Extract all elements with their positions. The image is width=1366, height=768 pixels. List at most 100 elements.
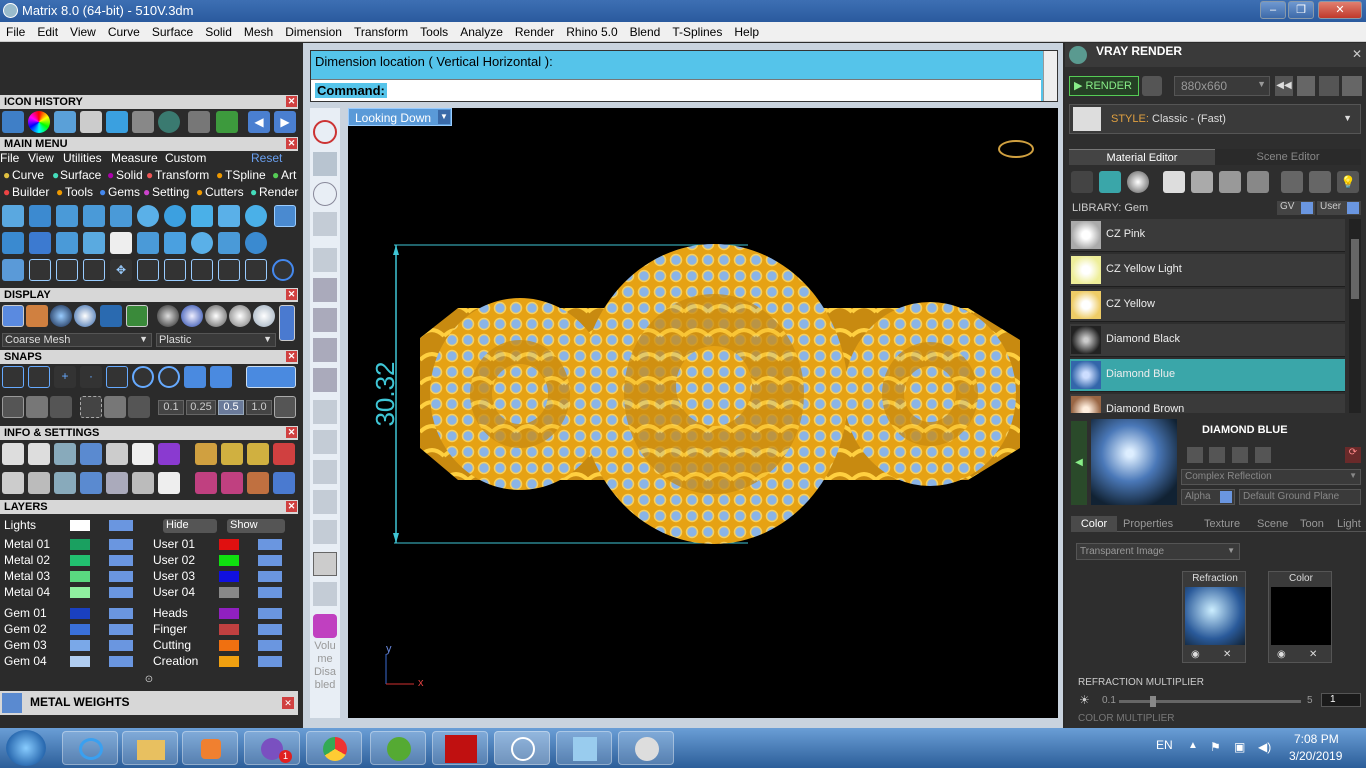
layer-metal-03[interactable]: Metal 03 (4, 569, 144, 584)
hide-button[interactable]: Hide (163, 519, 217, 533)
display-material-select[interactable]: Plastic ▼ (156, 333, 276, 347)
material-list-scrollbar[interactable] (1349, 219, 1361, 413)
layer-gem-02[interactable]: Gem 02 (4, 622, 144, 637)
render-size-select[interactable]: 880x660 ▼ (1174, 76, 1270, 96)
mm-measure[interactable]: Measure (111, 151, 158, 165)
close-button[interactable]: ✕ (1318, 1, 1362, 19)
head-icon[interactable] (56, 205, 78, 227)
command-scrollbar[interactable] (1043, 51, 1057, 101)
snap-05[interactable]: 0.5 (218, 400, 244, 415)
layer-color[interactable] (219, 571, 239, 582)
tab-scene[interactable]: Scene (1257, 518, 1288, 530)
clock-time[interactable]: 7:08 PM (1294, 732, 1339, 746)
prong-icon[interactable] (83, 205, 105, 227)
save-icon[interactable] (188, 111, 210, 133)
menu-curve[interactable]: Curve (102, 22, 146, 39)
explode-icon[interactable] (164, 259, 186, 281)
power-icon[interactable] (313, 120, 337, 144)
tab-light[interactable]: Light (1337, 518, 1361, 530)
notes-icon[interactable] (132, 443, 154, 465)
layer-color[interactable] (219, 656, 239, 667)
box-icon[interactable] (80, 443, 102, 465)
network-icon[interactable]: ▣ (1234, 740, 1245, 754)
axis-icon[interactable] (221, 472, 243, 494)
close-icon[interactable]: ✕ (282, 697, 294, 709)
gear-icon[interactable] (191, 205, 213, 227)
zoom-extents-icon[interactable] (313, 400, 337, 424)
refraction-slider[interactable] (1119, 696, 1301, 707)
halo-icon[interactable] (191, 232, 213, 254)
chrome-icon[interactable] (306, 731, 362, 765)
paint-icon[interactable] (618, 731, 674, 765)
flame-icon[interactable] (1071, 171, 1093, 193)
cluster-icon[interactable] (164, 232, 186, 254)
rotate-view-icon[interactable] (313, 152, 337, 176)
grid-icon[interactable] (54, 111, 76, 133)
planar-icon[interactable] (104, 396, 126, 418)
layer-color[interactable] (70, 539, 90, 550)
layer-metal-04[interactable]: Metal 04 (4, 585, 144, 600)
ortho-icon[interactable] (80, 396, 102, 418)
bail-icon[interactable] (29, 205, 51, 227)
blocks-icon[interactable] (2, 259, 24, 281)
menu-mesh[interactable]: Mesh (238, 22, 279, 39)
ground-plane-select[interactable]: Default Ground Plane (1239, 489, 1361, 505)
glass-icon[interactable] (253, 305, 275, 327)
align-icon[interactable] (221, 443, 243, 465)
gem-tool-icon[interactable] (2, 205, 24, 227)
menu-view[interactable]: View (64, 22, 102, 39)
layer-color[interactable] (70, 640, 90, 651)
layer-toggle[interactable] (258, 571, 282, 582)
snap-01[interactable]: 0.1 (158, 400, 184, 415)
calculator-icon[interactable] (106, 443, 128, 465)
glossy-icon[interactable] (181, 305, 203, 327)
game-icon[interactable] (432, 731, 488, 765)
layer-user-04[interactable]: User 04 (153, 585, 293, 600)
refresh-icon[interactable]: ⟳ (1345, 447, 1361, 463)
material-paste-icon[interactable] (1232, 447, 1248, 463)
layer-lights[interactable]: Lights (4, 518, 144, 533)
close-icon[interactable]: ✕ (286, 289, 297, 300)
mm-tools[interactable]: Tools (65, 185, 93, 199)
panel-toggle-icon[interactable] (274, 205, 296, 227)
image-icon[interactable] (1297, 76, 1315, 96)
band-icon[interactable] (83, 232, 105, 254)
notes-icon[interactable] (556, 731, 612, 765)
layer-toggle[interactable] (109, 587, 133, 598)
color-swatch[interactable]: Color ◉ ✕ (1268, 571, 1332, 663)
technical-icon[interactable] (126, 305, 148, 327)
layer-toggle[interactable] (258, 624, 282, 635)
layer-color[interactable] (219, 539, 239, 550)
layer-color[interactable] (219, 608, 239, 619)
menu-edit[interactable]: Edit (31, 22, 64, 39)
layer-toggle[interactable] (258, 608, 282, 619)
gem-icon[interactable] (1099, 171, 1121, 193)
walk-icon[interactable] (313, 582, 337, 606)
color-wheel-icon[interactable] (28, 111, 50, 133)
arc-icon[interactable] (29, 259, 51, 281)
close-icon[interactable]: ✕ (286, 501, 297, 512)
leaf-icon[interactable] (164, 205, 186, 227)
orient-icon[interactable] (273, 472, 295, 494)
globe-icon[interactable] (313, 182, 337, 206)
mm-surface[interactable]: Surface (60, 168, 101, 182)
layer-toggle[interactable] (109, 555, 133, 566)
pyramid-icon[interactable] (106, 111, 128, 133)
shaded-icon[interactable] (50, 305, 72, 327)
mm-builder[interactable]: Builder (12, 185, 49, 199)
alpha-toggle[interactable]: Alpha (1181, 489, 1235, 505)
pave-icon[interactable] (137, 205, 159, 227)
tab-material-editor[interactable]: Material Editor (1069, 149, 1215, 165)
int-snap-icon[interactable] (132, 366, 154, 388)
layer-user-02[interactable]: User 02 (153, 553, 293, 568)
mm-solid[interactable]: Solid (116, 168, 143, 182)
menu-analyze[interactable]: Analyze (454, 22, 509, 39)
monitor-icon[interactable] (28, 472, 50, 494)
bezel-icon[interactable] (110, 205, 132, 227)
window-icon[interactable] (2, 472, 24, 494)
export-icon[interactable] (1309, 171, 1331, 193)
menu-blend[interactable]: Blend (624, 22, 667, 39)
light-bulb-icon[interactable]: 💡 (1337, 171, 1359, 193)
display-expand-icon[interactable] (279, 305, 295, 341)
matrix-taskbar-icon[interactable] (494, 731, 550, 765)
